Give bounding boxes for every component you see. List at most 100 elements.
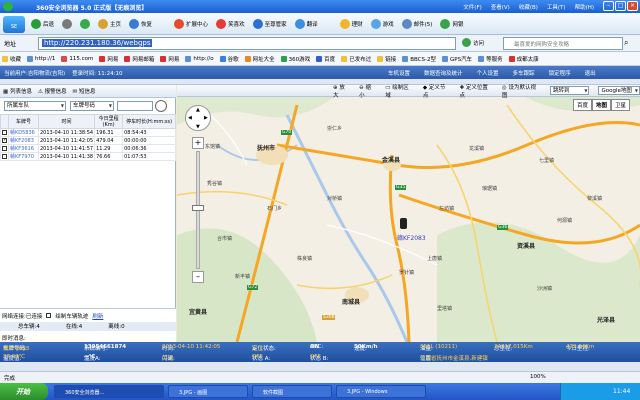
menu-view[interactable]: 查看(V) bbox=[491, 3, 510, 11]
row-checkbox[interactable]: ✓ bbox=[2, 137, 7, 143]
zoom-in-button[interactable]: + bbox=[192, 137, 204, 149]
360-security-icon[interactable]: SE bbox=[3, 16, 25, 33]
fav-item[interactable]: 等服务 bbox=[478, 55, 503, 63]
fav-item[interactable]: 谷歌 bbox=[219, 55, 239, 63]
fav-item[interactable]: 已发布过 bbox=[341, 55, 371, 63]
folder-icon bbox=[377, 55, 384, 62]
menu-tools[interactable]: 工具(T) bbox=[547, 3, 566, 11]
menu-help[interactable]: 帮助(H) bbox=[575, 3, 594, 11]
home-icon bbox=[98, 18, 109, 29]
fav-item[interactable]: http://1 bbox=[27, 55, 55, 62]
plate-select[interactable]: 车牌号码 bbox=[70, 101, 114, 111]
vehicle-marker-label[interactable]: 赣KF2083 bbox=[397, 233, 426, 242]
fav-item[interactable]: 360游戏 bbox=[280, 55, 310, 63]
map-type-map[interactable]: 地图 bbox=[592, 99, 612, 111]
zoom-level[interactable]: 100% bbox=[530, 374, 546, 380]
draw-track-checkbox[interactable] bbox=[46, 313, 52, 318]
menu-file[interactable]: 文件(F) bbox=[463, 3, 481, 11]
fav-item[interactable]: 收藏 bbox=[2, 55, 21, 63]
define-node-tool[interactable]: ◆ 定义节点 bbox=[423, 83, 451, 99]
row-checkbox[interactable] bbox=[2, 145, 7, 151]
jump-to-select[interactable]: 跳转到 bbox=[549, 86, 590, 95]
mail-icon bbox=[401, 18, 412, 29]
pan-left-icon[interactable]: ◀ bbox=[188, 115, 192, 121]
fav-item[interactable]: 百度 bbox=[316, 55, 335, 63]
table-row[interactable]: 赣KF3616 2013-04-10 11:41:57 11.29 00:06:… bbox=[0, 144, 176, 153]
zoom-in-tool[interactable]: ⊕ 放大 bbox=[333, 83, 350, 99]
fav-item[interactable]: 链接 bbox=[377, 55, 396, 63]
menu-logout[interactable]: 退出 bbox=[585, 69, 596, 77]
menu-multi-track[interactable]: 多车跟踪 bbox=[513, 69, 535, 77]
fav-item[interactable]: BBCS-2型 bbox=[402, 55, 436, 63]
task-image-viewer[interactable]: 3.JPG - Windows bbox=[336, 385, 426, 398]
fav-item[interactable]: 网易 bbox=[99, 55, 118, 63]
draw-area-tool[interactable]: ▭ 绘制区域 bbox=[385, 83, 414, 99]
map-pan-control[interactable]: ▲ ▼ ◀ ▶ bbox=[185, 105, 211, 131]
fav-item[interactable]: 网易 bbox=[160, 55, 179, 63]
tab-list-info[interactable]: ▦ 列表信息 bbox=[3, 87, 32, 95]
go-button[interactable]: 访问 bbox=[462, 38, 484, 47]
menu-personal-settings[interactable]: 个人设置 bbox=[477, 69, 499, 77]
menu-favorites[interactable]: 收藏(B) bbox=[519, 3, 538, 11]
search-icon[interactable] bbox=[155, 100, 167, 112]
offline-vehicles: 离线:0 bbox=[108, 324, 125, 330]
restore-button[interactable]: 恢复 bbox=[126, 15, 155, 33]
menu-lock[interactable]: 锁定程序 bbox=[549, 69, 571, 77]
maximize-button[interactable]: □ bbox=[615, 1, 626, 11]
map-view[interactable]: 抚州市 金溪县 南城县 宜黄县 资溪县 东馆镇 龙溪镇 秀谷镇 七里镇 石门乡 … bbox=[177, 85, 640, 342]
tab-alarm-info[interactable]: ⚠ 报警信息 bbox=[38, 87, 67, 95]
row-checkbox[interactable] bbox=[2, 129, 7, 135]
table-row[interactable]: 赣KF7970 2013-04-10 11:41:38 76.66 01:07:… bbox=[0, 152, 176, 161]
fav-item[interactable]: 成都太康 bbox=[508, 55, 539, 63]
task-screenshot[interactable]: 软件截图 bbox=[252, 385, 332, 398]
back-button[interactable]: 后退 bbox=[28, 15, 57, 33]
fleet-select[interactable]: 所属车队 bbox=[4, 101, 66, 111]
row-checkbox[interactable] bbox=[2, 153, 7, 159]
status-time: 2013-04-10 11:42:05 bbox=[162, 344, 221, 350]
pan-right-icon[interactable]: ▶ bbox=[204, 115, 208, 121]
fav-item[interactable]: 网易邮箱 bbox=[124, 55, 154, 63]
pan-down-icon[interactable]: ▼ bbox=[196, 124, 200, 130]
zoom-slider-handle[interactable] bbox=[192, 205, 204, 211]
task-paint[interactable]: 3.JPG - 画图 bbox=[168, 385, 248, 398]
plate-search-input[interactable] bbox=[117, 101, 153, 111]
menu-device-settings[interactable]: 车机设置 bbox=[388, 69, 410, 77]
fav-item[interactable]: GPS汽车 bbox=[441, 55, 472, 63]
default-view-tool[interactable]: ◎ 设为默认视图 bbox=[502, 83, 541, 99]
minimize-button[interactable]: – bbox=[603, 1, 614, 11]
start-button[interactable]: 开始 bbox=[0, 383, 48, 400]
home-button[interactable]: 主页 bbox=[95, 15, 124, 33]
netbank-button[interactable]: 网银 bbox=[437, 15, 466, 33]
define-point-tool[interactable]: ✚ 定义位置点 bbox=[459, 83, 492, 99]
zoom-out-button[interactable]: – bbox=[192, 271, 204, 283]
fav-item[interactable]: 115.com bbox=[61, 55, 93, 62]
extension-center-button[interactable]: 扩展中心 bbox=[171, 15, 211, 33]
pan-up-icon[interactable]: ▲ bbox=[196, 107, 200, 113]
refresh-link[interactable]: 刷新 bbox=[92, 312, 103, 320]
funny-button[interactable]: 笑喜欢 bbox=[213, 15, 248, 33]
translate-button[interactable]: 翻译 bbox=[292, 15, 321, 33]
table-row[interactable]: 赣KD5836 2013-04-10 11:38:54 196.31 08:54… bbox=[0, 128, 176, 137]
menu-data-query[interactable]: 数据查询及统计 bbox=[424, 69, 463, 77]
mail-button[interactable]: 邮件(5) bbox=[399, 15, 436, 33]
finance-button[interactable]: 理财 bbox=[337, 15, 366, 33]
url-input[interactable]: http://220.231.180.36/webgps bbox=[38, 37, 456, 50]
map-type-satellite[interactable]: 卫星 bbox=[611, 99, 631, 111]
search-icon[interactable]: ⌕ bbox=[624, 38, 636, 49]
search-input[interactable]: 最喜爱的网购安全攻略 bbox=[503, 37, 623, 50]
browser-toolbar: 后退 主页 恢复 扩展中心 笑喜欢 至尊管家 翻译 理财 游戏 邮件(5) 网银 bbox=[0, 13, 640, 35]
tab-sms[interactable]: ✉ 短信息 bbox=[73, 87, 96, 95]
zoom-out-tool[interactable]: ⊖ 缩小 bbox=[359, 83, 376, 99]
fav-item[interactable]: http://o bbox=[185, 55, 214, 62]
map-provider-select[interactable]: Google地图 bbox=[598, 86, 640, 95]
game-button[interactable]: 游戏 bbox=[368, 15, 397, 33]
forward-button[interactable] bbox=[59, 15, 75, 33]
folder-icon bbox=[341, 55, 348, 62]
fav-item[interactable]: 网址大全 bbox=[244, 55, 275, 63]
table-row[interactable]: ✓ 赣KF2083 2013-04-10 11:42:05 479.04 00:… bbox=[0, 136, 176, 145]
map-type-baidu[interactable]: 百度 bbox=[573, 99, 593, 111]
task-browser[interactable]: 360安全浏览器... bbox=[54, 385, 164, 398]
close-button[interactable]: × bbox=[627, 1, 638, 11]
refresh-button[interactable] bbox=[77, 15, 93, 33]
steward-button[interactable]: 至尊管家 bbox=[250, 15, 290, 33]
